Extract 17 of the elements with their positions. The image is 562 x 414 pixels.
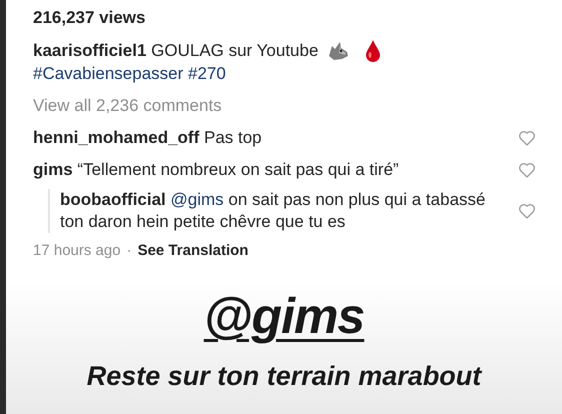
see-translation-link[interactable]: See Translation [138,241,248,261]
heart-icon[interactable] [518,162,536,178]
wolf-head-icon [326,40,350,62]
hashtags-link[interactable]: #Cavabiensepasser #270 [33,63,226,85]
overlay-tag: @gims [204,287,364,345]
comment-text: gims “Tellement nombreux on sait pas qui a tiré” [33,159,399,181]
timestamp: 17 hours ago [33,241,121,261]
blood-drop-icon [364,39,382,63]
view-count: 216,237 views [33,7,146,29]
comment-text: henni_mohamed_off Pas top [33,127,262,149]
post-caption: kaarisofficiel1 GOULAG sur Youtube [33,40,318,62]
heart-icon[interactable] [518,203,536,219]
separator-dot: · [126,241,132,261]
reply-text: boobaofficial @gims on sait pas non plus qui a tabassé ton daron hein petite chêvre que tu es [60,189,486,233]
heart-icon[interactable] [518,130,536,146]
overlay-caption: Reste sur ton terrain marabout [86,360,482,393]
mention-link[interactable]: @gims [170,190,224,209]
